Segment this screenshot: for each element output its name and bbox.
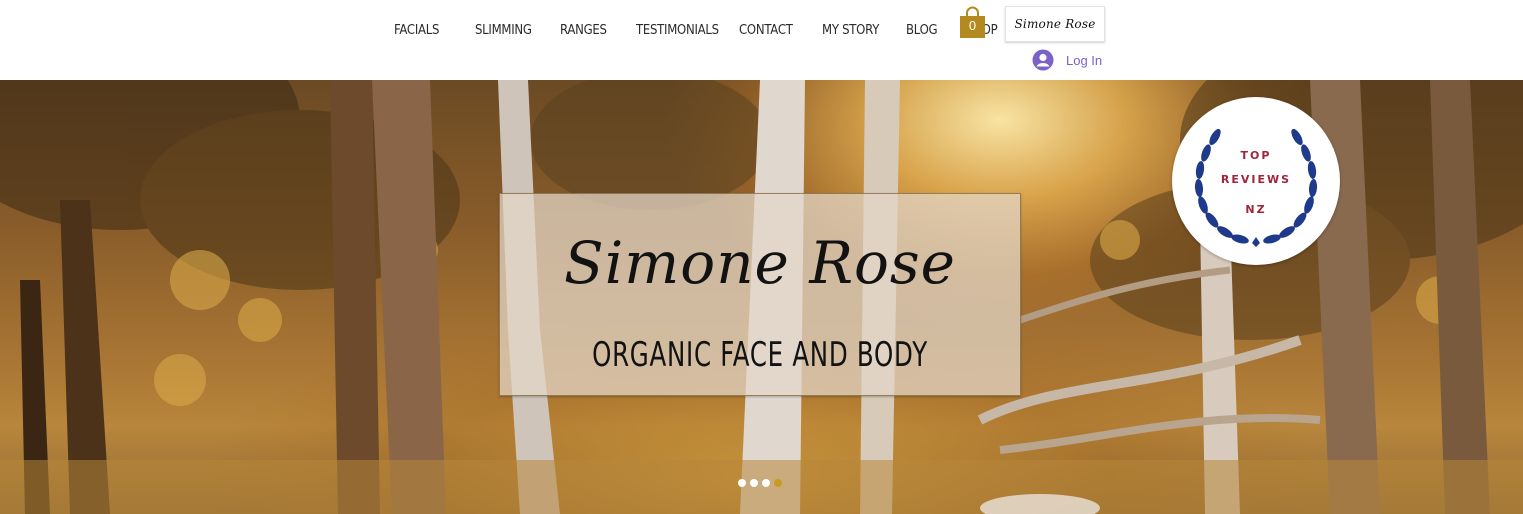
user-avatar-icon	[1032, 49, 1054, 71]
cart-button[interactable]: 0	[959, 6, 986, 38]
slide-dot-2[interactable]	[750, 479, 758, 487]
badge-line-nz: NZ	[1245, 203, 1267, 216]
brand-name: Simone Rose	[564, 229, 956, 297]
badge-line-reviews: REVIEWS	[1220, 173, 1292, 186]
login-button[interactable]: Log In	[1032, 49, 1102, 71]
nav-item-facials[interactable]: FACIALS	[394, 23, 439, 38]
site-header: FACIALS SLIMMING RANGES TESTIMONIALS CON…	[0, 0, 1523, 80]
nav-item-my-story[interactable]: MY STORY	[822, 23, 879, 38]
nav-item-testimonials[interactable]: TESTIMONIALS	[636, 23, 719, 38]
top-reviews-badge[interactable]: TOP REVIEWS NZ	[1172, 97, 1340, 265]
slide-dot-1[interactable]	[738, 479, 746, 487]
header-logo[interactable]: Simone Rose	[1005, 6, 1105, 42]
slideshow-dots	[738, 479, 782, 487]
badge-line-top: TOP	[1240, 149, 1272, 162]
nav-item-contact[interactable]: CONTACT	[739, 23, 793, 38]
slide-dot-4[interactable]	[774, 479, 782, 487]
brand-panel: Simone Rose ORGANIC FACE AND BODY	[499, 193, 1021, 396]
header-logo-text: Simone Rose	[1014, 17, 1096, 31]
brand-tagline: ORGANIC FACE AND BODY	[592, 335, 928, 375]
slide-dot-3[interactable]	[762, 479, 770, 487]
nav-item-blog[interactable]: BLOG	[906, 23, 938, 38]
cart-count: 0	[968, 18, 977, 33]
nav-item-ranges[interactable]: RANGES	[560, 23, 607, 38]
login-label: Log In	[1066, 52, 1103, 68]
nav-item-slimming[interactable]: SLIMMING	[475, 23, 532, 38]
hero-slideshow: Simone Rose ORGANIC FACE AND BODY TOP RE…	[0, 80, 1523, 514]
main-nav: FACIALS SLIMMING RANGES TESTIMONIALS CON…	[380, 19, 1001, 41]
